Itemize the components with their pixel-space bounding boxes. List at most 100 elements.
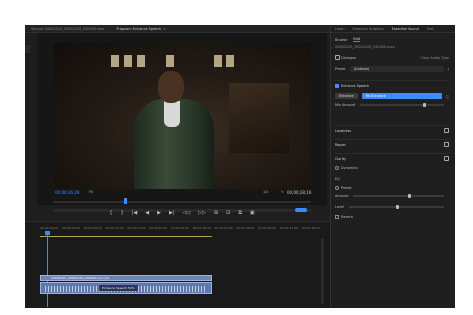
settings-wrench-icon[interactable]: ✎ <box>281 190 284 194</box>
ruler-tick: 00;00;36;00 <box>236 226 255 230</box>
panel-collapse-handle[interactable] <box>25 45 30 53</box>
step-back-button[interactable]: ◀ <box>145 210 149 216</box>
transport-controls: { } |◀ ◀ ▶ ▶| ◁◁ ▷▷ ⊞ ⊟ ⧉ ▣ <box>37 207 327 219</box>
go-to-out-button[interactable]: ▶| <box>169 210 175 216</box>
ruler-tick: 00;00;12;00 <box>105 226 124 230</box>
preset-row: Preset (Custom) ⤓ <box>335 66 449 72</box>
dynamics-checkbox[interactable] <box>335 166 339 170</box>
go-to-in-button[interactable]: |◀ <box>132 210 138 216</box>
clear-audio-type-button[interactable]: Clear Audio Type <box>421 56 449 60</box>
tab-program[interactable]: Program: Enhance Speech ≡ <box>110 25 172 33</box>
enhance-speech-checkbox[interactable] <box>335 83 339 88</box>
tab-essential-graphics[interactable]: Essential Graphics <box>348 27 387 31</box>
loudness-toggle-icon[interactable] <box>444 128 449 133</box>
zoom-fit-select[interactable]: Fit <box>89 190 93 194</box>
overwrite-button[interactable]: ⊟ <box>226 210 230 216</box>
ruler-tick: 00;00;24;00 <box>170 226 190 230</box>
timeline-playhead[interactable] <box>47 232 48 307</box>
reverb-row: Reverb <box>335 215 449 219</box>
level-label: Level <box>335 205 344 209</box>
ruler-tick: 00;00;20;00 <box>148 226 168 230</box>
resolution-select[interactable]: 1/2 <box>263 190 268 194</box>
essential-sound-panel: Learn Essential Graphics Essential Sound… <box>330 25 455 308</box>
ruler-tick: 00;00;08;00 <box>83 226 102 230</box>
enhance-speech-badge[interactable]: Enhance Speech 50% <box>99 285 138 291</box>
window-light <box>111 55 119 67</box>
preset-label: Preset <box>335 67 346 71</box>
background-staircase <box>229 83 289 153</box>
tab-source[interactable]: Source: 20002220_20002220_CS0000.mov <box>25 25 110 33</box>
program-monitor: 00;00;36;28 Fit 1/2 ✎ 00;00;28;16 <box>37 33 327 212</box>
clip-name: 20002220_20002220_CS0000.mov <box>335 45 395 49</box>
repair-toggle-icon[interactable] <box>444 142 449 147</box>
ruler-tick: 00;00;44;00 <box>279 226 299 230</box>
program-video-frame[interactable] <box>54 43 311 189</box>
monitor-tabbar: Source: 20002220_20002220_CS0000.mov Pro… <box>25 25 330 33</box>
comparison-view-button[interactable]: ▣ <box>250 210 255 216</box>
level-thumb[interactable] <box>396 205 400 209</box>
window-light <box>226 55 234 67</box>
tab-text[interactable]: Text <box>423 27 438 31</box>
enhance-speech-header[interactable]: Enhance Speech <box>335 80 449 90</box>
clarity-header[interactable]: Clarity <box>335 153 449 163</box>
video-clip[interactable]: 20002220_20002220_CS0000.mov [V] <box>40 275 212 281</box>
timeline-vertical-scrollbar[interactable] <box>321 238 324 304</box>
enhance-button[interactable]: Enhance <box>335 93 358 99</box>
speaker-shirt <box>164 101 180 127</box>
eq-preset-label: Preset <box>341 186 352 190</box>
ruler-tick: 00;00;40;00 <box>257 226 277 230</box>
window-light <box>137 55 145 67</box>
reverb-checkbox[interactable] <box>335 215 339 219</box>
repair-header[interactable]: Repair <box>335 139 449 149</box>
re-enhance-button[interactable]: Re-Enhance <box>361 93 442 99</box>
mix-amount-label: Mix Amount <box>335 103 356 107</box>
subtab-browse[interactable]: Browse <box>335 38 347 42</box>
close-icon[interactable]: ≡ <box>163 27 166 31</box>
timeline-panel: 00;00;00;00 00;00;04;00 00;00;08;00 00;0… <box>25 221 330 308</box>
tab-essential-sound[interactable]: Essential Sound <box>388 27 423 31</box>
loop-button[interactable]: ▷▷ <box>198 210 206 216</box>
dialogue-icon <box>335 55 340 60</box>
eq-checkbox[interactable] <box>335 186 339 190</box>
ruler-tick: 00;00;48;00 <box>301 226 320 230</box>
tab-learn[interactable]: Learn <box>331 27 348 31</box>
mix-amount-slider[interactable] <box>360 103 444 107</box>
right-panel-tabs: Learn Essential Graphics Essential Sound… <box>331 25 455 33</box>
essential-sound-subtabs: Browse Edit <box>335 37 449 42</box>
eq-amount-slider[interactable] <box>353 194 444 198</box>
work-area-bar[interactable] <box>40 236 212 237</box>
timeline-ruler[interactable]: 00;00;00;00 00;00;04;00 00;00;08;00 00;0… <box>40 226 320 234</box>
enhance-controls: Enhance Re-Enhance ⓘ <box>335 93 449 99</box>
export-frame-button[interactable]: ⧉ <box>238 210 242 216</box>
subtab-edit[interactable]: Edit <box>353 37 360 42</box>
step-forward-button[interactable]: ◁◁ <box>183 210 191 216</box>
monitor-playhead[interactable] <box>124 198 127 204</box>
eq-label-row: EQ <box>335 177 449 181</box>
enhance-info-icon[interactable]: ⓘ <box>446 94 449 99</box>
premiere-window: Source: 20002220_20002220_CS0000.mov Pro… <box>25 25 455 308</box>
insert-button[interactable]: ⊞ <box>214 210 218 216</box>
level-slider[interactable] <box>348 205 444 209</box>
eq-amount-thumb[interactable] <box>407 194 411 198</box>
level-row: Level <box>335 205 449 209</box>
loudness-header[interactable]: Loudness <box>335 125 449 135</box>
monitor-scrub-bar[interactable] <box>53 201 311 203</box>
mark-in-button[interactable]: { <box>109 210 112 216</box>
audio-clip[interactable]: Enhance Speech 50% <box>40 282 212 294</box>
eq-amount-row: Amount <box>335 194 449 198</box>
mark-out-button[interactable]: } <box>121 210 124 216</box>
window-light <box>166 55 174 67</box>
ruler-tick: 00;00;04;00 <box>61 226 81 230</box>
dynamics-row: Dynamics <box>335 166 449 170</box>
clarity-toggle-icon[interactable] <box>444 156 449 161</box>
eq-label: EQ <box>335 177 340 181</box>
save-preset-icon[interactable]: ⤓ <box>448 67 450 71</box>
timeline-playhead-handle[interactable] <box>45 231 50 235</box>
dynamics-label: Dynamics <box>341 166 358 170</box>
playhead-timecode[interactable]: 00;00;36;28 <box>55 190 79 195</box>
speaker-head <box>158 71 184 103</box>
preset-dropdown[interactable]: (Custom) <box>349 66 444 72</box>
mix-amount-thumb[interactable] <box>423 103 427 107</box>
eq-row: Preset <box>335 186 449 190</box>
play-button[interactable]: ▶ <box>157 210 161 216</box>
